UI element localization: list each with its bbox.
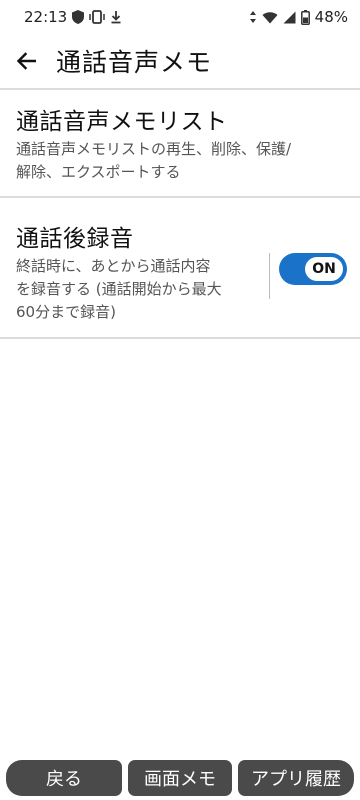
arrow-left-icon bbox=[16, 52, 36, 70]
screen-memo-button[interactable]: 画面メモ bbox=[128, 760, 232, 796]
divider bbox=[0, 337, 360, 339]
setting-description-line: 通話音声メモリストの再生、削除、保護/ bbox=[16, 140, 292, 158]
data-arrows-icon bbox=[249, 10, 257, 24]
clock: 22:13 bbox=[24, 8, 68, 26]
nav-back-label: 戻る bbox=[46, 769, 82, 790]
status-left: 22:13 bbox=[24, 8, 122, 26]
vibrate-icon bbox=[89, 10, 105, 24]
screen-memo-label: 画面メモ bbox=[144, 769, 216, 790]
setting-title: 通話後録音 bbox=[16, 226, 134, 252]
app-history-button[interactable]: アプリ履歴 bbox=[238, 760, 354, 796]
shield-icon bbox=[72, 10, 85, 24]
nav-back-button[interactable]: 戻る bbox=[6, 760, 122, 796]
toggle-separator bbox=[269, 253, 270, 299]
download-icon bbox=[110, 10, 122, 24]
status-bar: 22:13 48% bbox=[0, 0, 360, 34]
setting-description-line: 解除、エクスポートする bbox=[16, 163, 181, 181]
setting-description-line: 終話時に、あとから通話内容 bbox=[16, 257, 211, 275]
battery-icon bbox=[300, 9, 310, 25]
toggle-state-label: ON bbox=[312, 261, 336, 277]
post-call-recording-toggle[interactable]: ON bbox=[279, 253, 347, 285]
navigation-bar: 戻る 画面メモ アプリ履歴 bbox=[0, 756, 360, 800]
back-button[interactable] bbox=[2, 37, 50, 85]
status-right: 48% bbox=[249, 8, 348, 26]
setting-title: 通話音声メモリスト bbox=[16, 109, 228, 135]
app-bar: 通話音声メモ bbox=[0, 34, 360, 88]
wifi-icon bbox=[262, 11, 278, 24]
setting-description-line: を録音する (通話開始から最大 bbox=[16, 280, 222, 298]
setting-item-call-memo-list[interactable]: 通話音声メモリスト 通話音声メモリストの再生、削除、保護/ 解除、エクスポートす… bbox=[0, 90, 360, 196]
battery-percentage: 48% bbox=[314, 8, 348, 26]
signal-icon bbox=[283, 11, 296, 24]
app-history-label: アプリ履歴 bbox=[251, 769, 341, 790]
setting-description-line: 60分まで録音) bbox=[16, 303, 116, 321]
page-title: 通話音声メモ bbox=[56, 48, 213, 77]
toggle-knob: ON bbox=[305, 257, 343, 281]
